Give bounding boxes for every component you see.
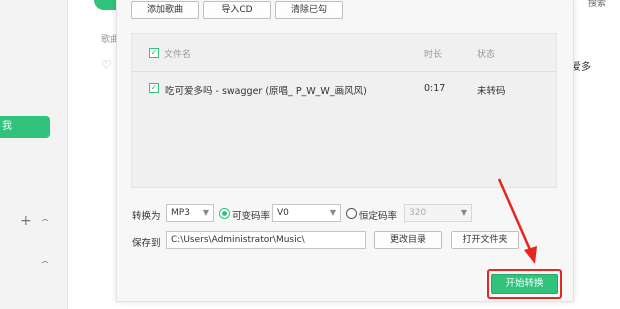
row-status: 未转码 [477, 86, 506, 97]
chevron-up-icon[interactable]: ^ [40, 260, 50, 267]
cbr-select[interactable]: 320 ▼ [404, 204, 472, 222]
row-duration: 0:17 [424, 83, 446, 94]
arrow-head [524, 246, 537, 264]
heart-icon[interactable]: ♡ [101, 58, 112, 72]
row-filename: 吃可爱多吗 - swagger (原唱_ P_W_W_画风风) [165, 86, 367, 97]
column-duration: 时长 [424, 50, 443, 60]
cbr-label[interactable]: 恒定码率 [359, 208, 397, 222]
cbr-value: 320 [409, 208, 427, 218]
arrow-line [497, 178, 533, 253]
sidebar-active-item[interactable]: 我 [0, 116, 50, 138]
file-list: ✓ 文件名 时长 状态 ✓ 吃可爱多吗 - swagger (原唱_ P_W_W… [131, 33, 557, 188]
background-text: 爱多 [571, 62, 591, 73]
annotation-arrow [497, 178, 537, 264]
column-filename: 文件名 [164, 50, 192, 60]
import-cd-button[interactable]: 导入CD [203, 1, 271, 19]
chevron-down-icon: ▼ [202, 208, 209, 217]
vbr-label[interactable]: 可变码率 [232, 208, 270, 222]
format-select[interactable]: MP3 ▼ [166, 204, 214, 222]
left-sidebar: 我 + ^ ^ [0, 0, 68, 309]
change-directory-button[interactable]: 更改目录 [374, 231, 442, 249]
start-convert-button[interactable]: 开始转换 [491, 274, 558, 294]
chevron-down-icon: ▼ [329, 208, 336, 217]
select-all-checkbox[interactable]: ✓ [149, 48, 159, 58]
clear-checked-button[interactable]: 清除已勾 [275, 1, 343, 19]
save-to-label: 保存到 [132, 238, 161, 249]
vbr-select[interactable]: V0 ▼ [272, 204, 341, 222]
chevron-down-icon: ▼ [460, 208, 467, 217]
convert-to-label: 转换为 [132, 211, 161, 222]
start-button-highlight: 开始转换 [487, 269, 562, 299]
add-song-button[interactable]: 添加歌曲 [131, 1, 199, 19]
format-value: MP3 [171, 208, 190, 218]
row-checkbox[interactable]: ✓ [149, 83, 159, 93]
vbr-value: V0 [277, 208, 289, 218]
cbr-radio[interactable] [346, 208, 357, 219]
plus-icon[interactable]: + [20, 214, 32, 228]
file-list-header: ✓ 文件名 时长 状态 [132, 34, 556, 72]
chevron-up-icon[interactable]: ^ [40, 218, 50, 225]
search-label[interactable]: 搜索 [588, 0, 606, 9]
vbr-radio[interactable] [219, 208, 230, 219]
column-status: 状态 [477, 50, 496, 60]
save-path-input[interactable]: C:\Users\Administrator\Music\ [166, 231, 366, 249]
